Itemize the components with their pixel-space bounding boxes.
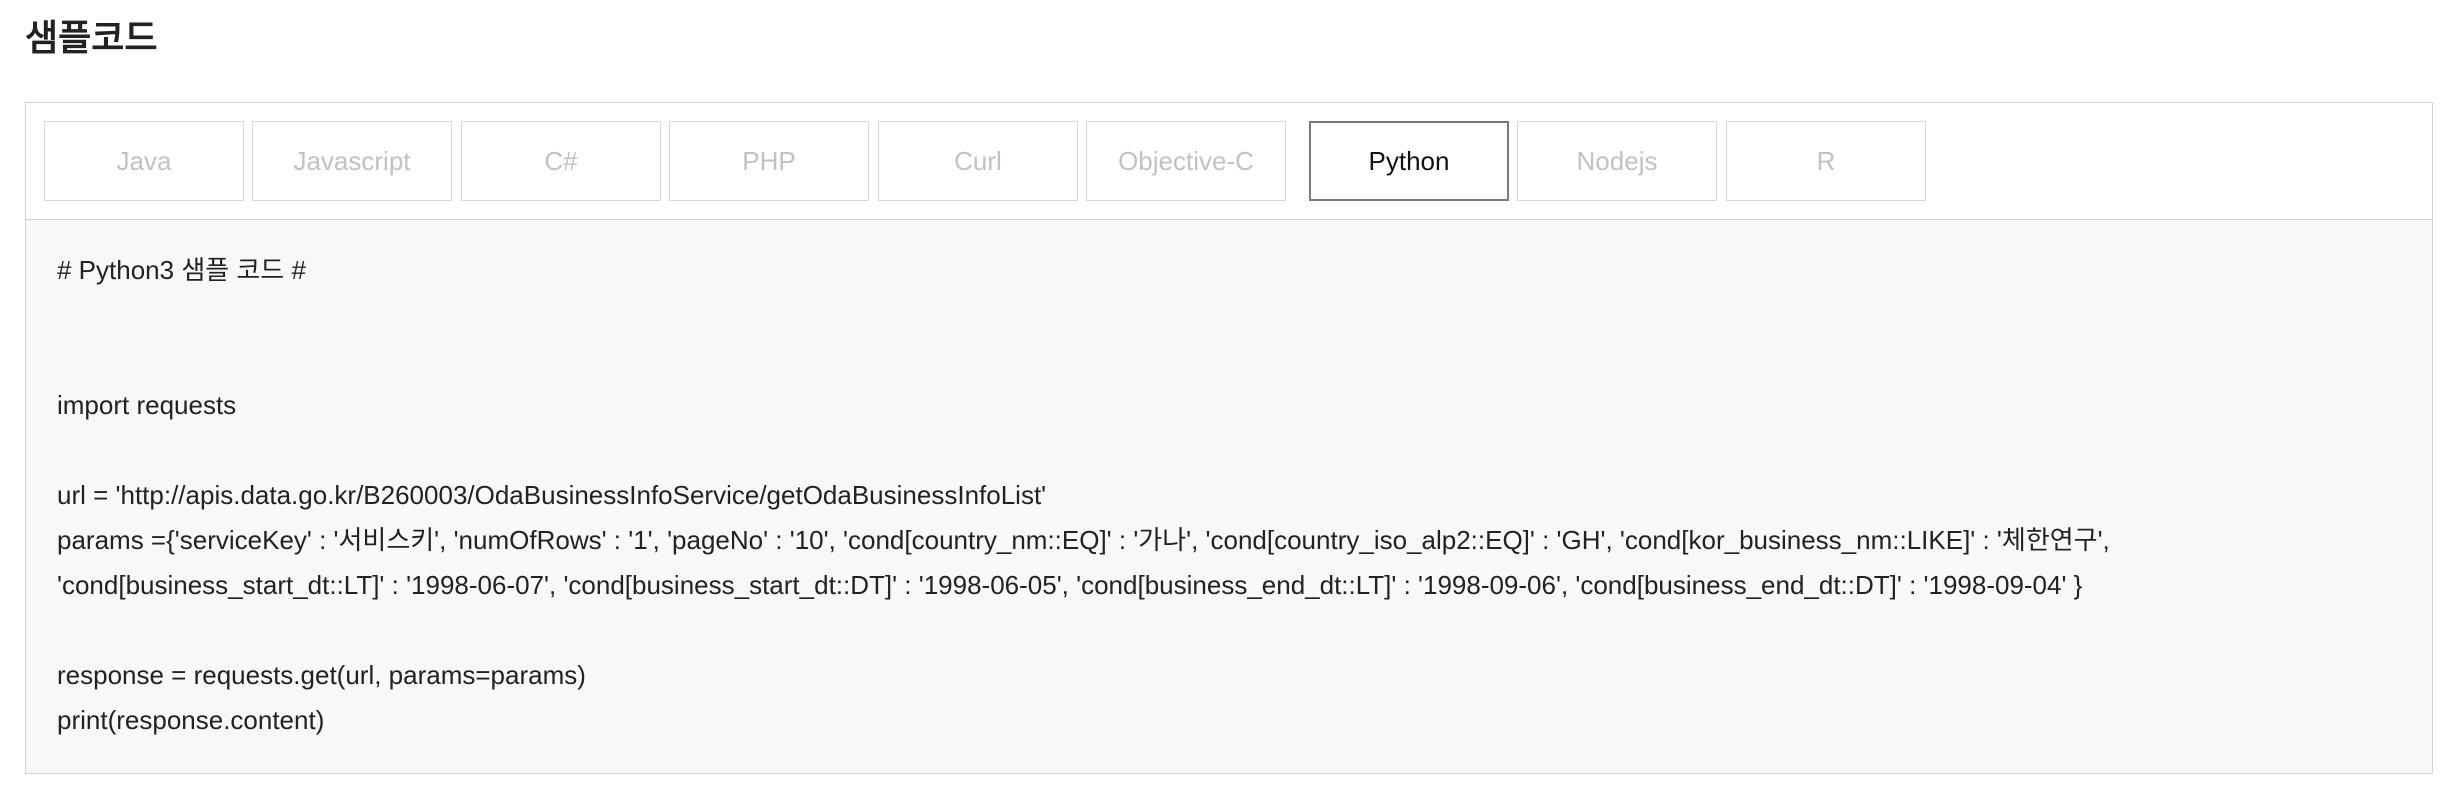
- code-line: # Python3 샘플 코드 #: [57, 255, 306, 285]
- tab-curl[interactable]: Curl: [878, 121, 1078, 201]
- tab-csharp[interactable]: C#: [461, 121, 661, 201]
- tab-nodejs[interactable]: Nodejs: [1517, 121, 1717, 201]
- sample-code-panel: Java Javascript C# PHP Curl Objective-C …: [25, 102, 2433, 774]
- code-line: print(response.content): [57, 705, 325, 735]
- code-line: import requests: [57, 390, 237, 420]
- code-line: params ={'serviceKey' : '서비스키', 'numOfRo…: [57, 525, 2110, 555]
- tab-php[interactable]: PHP: [669, 121, 869, 201]
- tab-javascript[interactable]: Javascript: [252, 121, 452, 201]
- code-line: 'cond[business_start_dt::LT]' : '1998-06…: [57, 570, 2083, 600]
- tab-r[interactable]: R: [1726, 121, 1926, 201]
- section-title: 샘플코드: [25, 17, 158, 58]
- tab-objective-c[interactable]: Objective-C: [1086, 121, 1286, 201]
- language-tab-bar: Java Javascript C# PHP Curl Objective-C …: [26, 103, 2432, 220]
- tab-java[interactable]: Java: [44, 121, 244, 201]
- code-block: # Python3 샘플 코드 # import requests url = …: [26, 220, 2432, 773]
- code-line: response = requests.get(url, params=para…: [57, 660, 586, 690]
- code-line: url = 'http://apis.data.go.kr/B260003/Od…: [57, 480, 1047, 510]
- tab-python[interactable]: Python: [1309, 121, 1509, 201]
